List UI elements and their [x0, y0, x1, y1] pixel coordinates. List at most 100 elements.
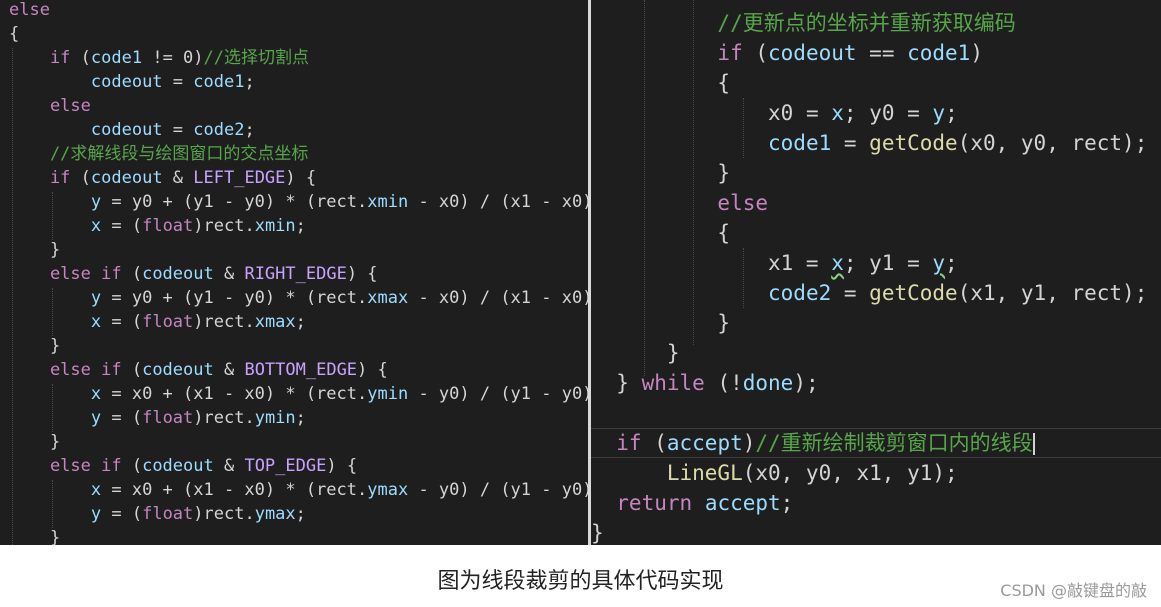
- code-token: ymin: [254, 408, 296, 428]
- code-token: codeout: [142, 360, 214, 380]
- code-line: {: [9, 22, 19, 46]
- code-line: LineGL(x0, y0, x1, y1);: [591, 458, 958, 488]
- code-token: (x0, y0, rect);: [957, 131, 1148, 155]
- code-token: ;: [295, 408, 306, 428]
- code-token: xmax: [254, 312, 296, 332]
- watermark: CSDN @敲键盘的敲: [1000, 581, 1147, 600]
- code-token: //求解线段与绘图窗口的交点坐标: [9, 144, 309, 164]
- code-token: xmin: [254, 216, 296, 236]
- code-line: else if (codeout & BOTTOM_EDGE) {: [9, 358, 388, 382]
- code-token: TOP_EDGE: [244, 456, 327, 476]
- code-line: if (accept)//重新绘制裁剪窗口内的线段: [591, 428, 1035, 458]
- code-line: }: [9, 238, 60, 262]
- code-token: (: [70, 48, 91, 68]
- code-token: ;: [945, 251, 958, 275]
- code-token: accept: [666, 431, 743, 455]
- code-token: {: [9, 24, 20, 44]
- code-token: y: [90, 288, 102, 308]
- code-token: ymax: [367, 480, 409, 500]
- code-token: else: [591, 191, 769, 215]
- code-token: = (: [101, 312, 143, 332]
- code-token: (!: [704, 371, 743, 395]
- code-editor-right[interactable]: //更新点的坐标并重新获取编码 if (codeout == code1) { …: [591, 0, 1161, 545]
- code-token: }: [591, 311, 731, 335]
- code-token: - y0) / (y1 - y0);: [408, 480, 588, 500]
- code-token: LineGL: [666, 461, 743, 485]
- code-token: (: [121, 264, 143, 284]
- code-token: codeout: [90, 120, 163, 140]
- code-token: (: [121, 456, 143, 476]
- code-line: y = (float)rect.ymax;: [9, 502, 306, 526]
- code-token: RIGHT_EDGE: [244, 264, 347, 284]
- code-token: ;: [295, 312, 306, 332]
- code-line: else: [591, 188, 768, 218]
- code-line: x = (float)rect.xmin;: [9, 214, 306, 238]
- code-token: ymax: [254, 504, 296, 524]
- code-line: }: [9, 430, 60, 454]
- code-token: //更新点的坐标并重新获取编码: [591, 11, 1016, 35]
- code-line: y = (float)rect.ymin;: [9, 406, 306, 430]
- code-token: x: [831, 251, 844, 275]
- code-token: &: [213, 360, 245, 380]
- code-token: =: [831, 131, 870, 155]
- code-token: &: [162, 168, 194, 188]
- code-token: != 0): [142, 48, 204, 68]
- code-line: y = y0 + (y1 - y0) * (rect.xmin - x0) / …: [9, 190, 588, 214]
- code-token: //选择切割点: [203, 48, 309, 68]
- code-token: (: [742, 41, 769, 65]
- code-token: = (: [101, 408, 143, 428]
- code-token: (x1, y1, rect);: [957, 281, 1148, 305]
- code-line: {: [591, 68, 730, 98]
- code-line: else if (codeout & RIGHT_EDGE) {: [9, 262, 378, 286]
- code-line: codeout = code1;: [9, 70, 255, 94]
- code-token: x1 =: [591, 251, 832, 275]
- code-token: }: [591, 161, 731, 185]
- code-token: ;: [295, 216, 306, 236]
- code-line: y = y0 + (y1 - y0) * (rect.xmax - x0) / …: [9, 286, 588, 310]
- code-token: ; y1 =: [843, 251, 933, 275]
- code-token: while: [641, 371, 705, 395]
- code-token: code1: [907, 41, 971, 65]
- code-token: =: [162, 72, 194, 92]
- code-line: if (codeout & LEFT_EDGE) {: [9, 166, 316, 190]
- code-token: codeout: [142, 456, 214, 476]
- code-token: ) {: [357, 360, 388, 380]
- code-editor-left[interactable]: else{ if (code1 != 0)//选择切割点 codeout = c…: [0, 0, 588, 545]
- code-token: if: [9, 48, 71, 68]
- code-token: = x0 + (x1 - x0) * (rect.: [101, 384, 368, 404]
- code-token: code1: [193, 72, 245, 92]
- code-line: code2 = getCode(x1, y1, rect);: [591, 278, 1147, 308]
- code-line: x1 = x; y1 = y;: [591, 248, 958, 278]
- code-token: =: [793, 101, 832, 125]
- code-line: }: [9, 526, 60, 545]
- code-token: &: [213, 456, 245, 476]
- code-token: ymin: [367, 384, 409, 404]
- code-line: //更新点的坐标并重新获取编码: [591, 8, 1016, 38]
- code-line: {: [591, 218, 730, 248]
- code-token: LEFT_EDGE: [193, 168, 286, 188]
- code-line: x0 = x; y0 = y;: [591, 98, 958, 128]
- code-token: BOTTOM_EDGE: [244, 360, 358, 380]
- code-token: }: [9, 336, 61, 356]
- code-line: if (code1 != 0)//选择切割点: [9, 46, 309, 70]
- code-token: y: [90, 408, 102, 428]
- code-line: code1 = getCode(x0, y0, rect);: [591, 128, 1147, 158]
- code-line: else: [9, 94, 91, 118]
- code-token: x: [90, 480, 102, 500]
- code-token: {: [591, 221, 731, 245]
- code-token: ): [742, 431, 756, 455]
- code-token: xmin: [367, 192, 409, 212]
- code-line: return accept;: [591, 488, 793, 518]
- code-token: ) {: [285, 168, 317, 188]
- code-line: if (codeout == code1): [591, 38, 983, 68]
- code-token: float: [142, 312, 194, 332]
- code-token: - y0) / (y1 - y0);: [408, 384, 588, 404]
- code-token: codeout: [142, 264, 214, 284]
- code-token: )rect.: [193, 504, 255, 524]
